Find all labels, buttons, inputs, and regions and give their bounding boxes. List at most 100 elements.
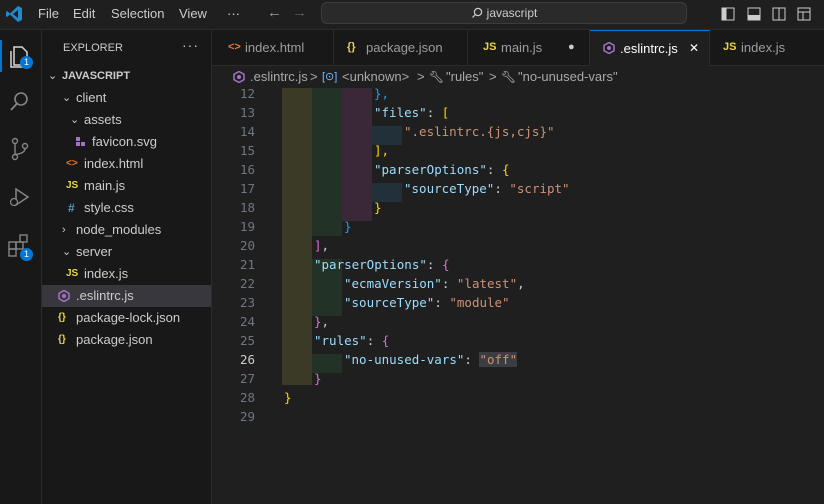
code-bracket: }	[374, 200, 382, 215]
tree-item-label: assets	[84, 112, 122, 127]
breadcrumb-rules[interactable]: "rules"	[446, 66, 483, 88]
unsaved-dot-icon[interactable]: ●	[568, 30, 575, 65]
vscode-logo-icon	[6, 6, 22, 22]
tab-index-js[interactable]: JS index.js	[710, 30, 824, 65]
tab-package-json[interactable]: {} package.json	[334, 30, 468, 65]
breadcrumb-file[interactable]: .eslintrc.js	[250, 66, 308, 88]
tab-main-js[interactable]: JS main.js ●	[468, 30, 590, 65]
line-number: 24	[239, 314, 255, 329]
menu-file[interactable]: File	[38, 6, 59, 21]
tree-file-favicon[interactable]: favicon.svg	[42, 131, 211, 153]
code-line: },	[314, 312, 329, 331]
tree-item-label: package.json	[76, 332, 153, 347]
line-number: 21	[239, 257, 255, 272]
tab-label: package.json	[366, 40, 443, 55]
active-indicator	[0, 40, 2, 72]
code-bracket: {	[381, 333, 390, 348]
code-line: "files": [	[374, 103, 449, 122]
code-line: }	[374, 198, 382, 217]
tree-root-folder[interactable]: ⌄ JAVASCRIPT	[42, 65, 211, 87]
command-center-search[interactable]: javascript	[321, 2, 687, 24]
toggle-secondary-sidebar-icon[interactable]	[772, 7, 786, 21]
tab-eslintrc[interactable]: .eslintrc.js ✕	[590, 30, 710, 66]
line-number: 15	[239, 143, 255, 158]
tree-file-main-js[interactable]: JS main.js	[42, 175, 211, 197]
menu-selection[interactable]: Selection	[111, 6, 164, 21]
chevron-down-icon: ⌄	[48, 70, 58, 82]
line-number: 28	[239, 390, 255, 405]
html-file-icon: <>	[228, 41, 241, 53]
search-icon	[471, 7, 482, 18]
code-line: ],	[314, 236, 329, 255]
code-line: "rules": {	[314, 331, 389, 350]
code-punct: :	[486, 162, 502, 177]
search-icon[interactable]	[6, 88, 34, 116]
menu-view[interactable]: View	[179, 6, 207, 21]
tree-item-label: package-lock.json	[76, 310, 181, 325]
menu-edit[interactable]: Edit	[73, 6, 95, 21]
close-icon[interactable]: ✕	[689, 31, 699, 66]
toggle-panel-icon[interactable]	[747, 7, 761, 21]
chevron-down-icon: ⌄	[62, 246, 72, 258]
tree-file-eslintrc[interactable]: .eslintrc.js	[42, 285, 211, 307]
toggle-primary-sidebar-icon[interactable]	[721, 7, 735, 21]
line-number: 20	[239, 238, 255, 253]
code-bracket: }	[314, 314, 322, 329]
tree-item-label: client	[76, 90, 107, 105]
line-number: 17	[239, 181, 255, 196]
tree-file-package-json[interactable]: {} package.json	[42, 329, 211, 351]
code-punct: :	[366, 333, 382, 348]
js-file-icon: JS	[723, 41, 737, 53]
line-number: 29	[239, 409, 255, 424]
code-key: "parserOptions"	[314, 257, 427, 272]
explorer-more-button[interactable]: ···	[182, 37, 199, 53]
line-number: 23	[239, 295, 255, 310]
tab-index-html[interactable]: <> index.html	[212, 30, 334, 65]
code-line: "parserOptions": {	[314, 255, 449, 274]
line-number: 22	[239, 276, 255, 291]
js-file-icon: JS	[66, 268, 79, 279]
code-key: "ecmaVersion"	[344, 276, 442, 291]
code-key: "sourceType"	[344, 295, 435, 310]
tree-file-style-css[interactable]: # style.css	[42, 197, 211, 219]
code-string: "module"	[449, 295, 510, 310]
explorer-title: EXPLORER	[63, 42, 123, 54]
line-number: 18	[239, 200, 255, 215]
tree-folder-assets[interactable]: ⌄ assets	[42, 109, 211, 131]
forward-arrow-icon[interactable]: →	[292, 4, 307, 21]
code-line: "parserOptions": {	[374, 160, 509, 179]
tree-folder-client[interactable]: ⌄ client	[42, 87, 211, 109]
code-string: "latest"	[456, 276, 518, 291]
back-arrow-icon[interactable]: ←	[267, 4, 282, 21]
code-punct: :	[441, 276, 457, 291]
code-punct: :	[464, 352, 480, 367]
explorer-badge: 1	[20, 56, 33, 69]
code-bracket: {	[441, 257, 450, 272]
code-key: "files"	[374, 105, 427, 120]
chevron-down-icon: ⌄	[62, 92, 72, 104]
symbol-variable-icon: [⊙]	[322, 71, 338, 83]
tree-file-package-lock[interactable]: {} package-lock.json	[42, 307, 211, 329]
code-key: "parserOptions"	[374, 162, 487, 177]
title-bar: File Edit Selection View ··· ← → javascr…	[0, 0, 824, 30]
json-file-icon: {}	[347, 41, 356, 53]
breadcrumb-separator: >	[310, 69, 318, 84]
menu-more[interactable]: ···	[227, 6, 240, 21]
customize-layout-icon[interactable]	[797, 7, 811, 21]
tree-folder-node-modules[interactable]: › node_modules	[42, 219, 211, 241]
svg-file-icon	[76, 137, 85, 146]
run-debug-icon[interactable]	[6, 183, 34, 211]
tab-label: main.js	[501, 40, 543, 55]
source-control-icon[interactable]	[6, 135, 34, 163]
extensions-badge: 1	[20, 248, 33, 261]
tree-file-index-html[interactable]: <> index.html	[42, 153, 211, 175]
tree-file-index-js[interactable]: JS index.js	[42, 263, 211, 285]
code-line: "sourceType": "module"	[344, 293, 510, 312]
tree-folder-server[interactable]: ⌄ server	[42, 241, 211, 263]
tree-item-label: server	[76, 244, 113, 259]
code-editor[interactable]: 12 13 14 15 16 17 18 19 20 21 22 23 24 2…	[212, 86, 824, 504]
breadcrumb-no-unused-vars[interactable]: "no-unused-vars"	[518, 66, 618, 88]
tree-item-label: style.css	[84, 200, 134, 215]
line-number: 27	[239, 371, 255, 386]
tab-label: index.js	[741, 40, 786, 55]
